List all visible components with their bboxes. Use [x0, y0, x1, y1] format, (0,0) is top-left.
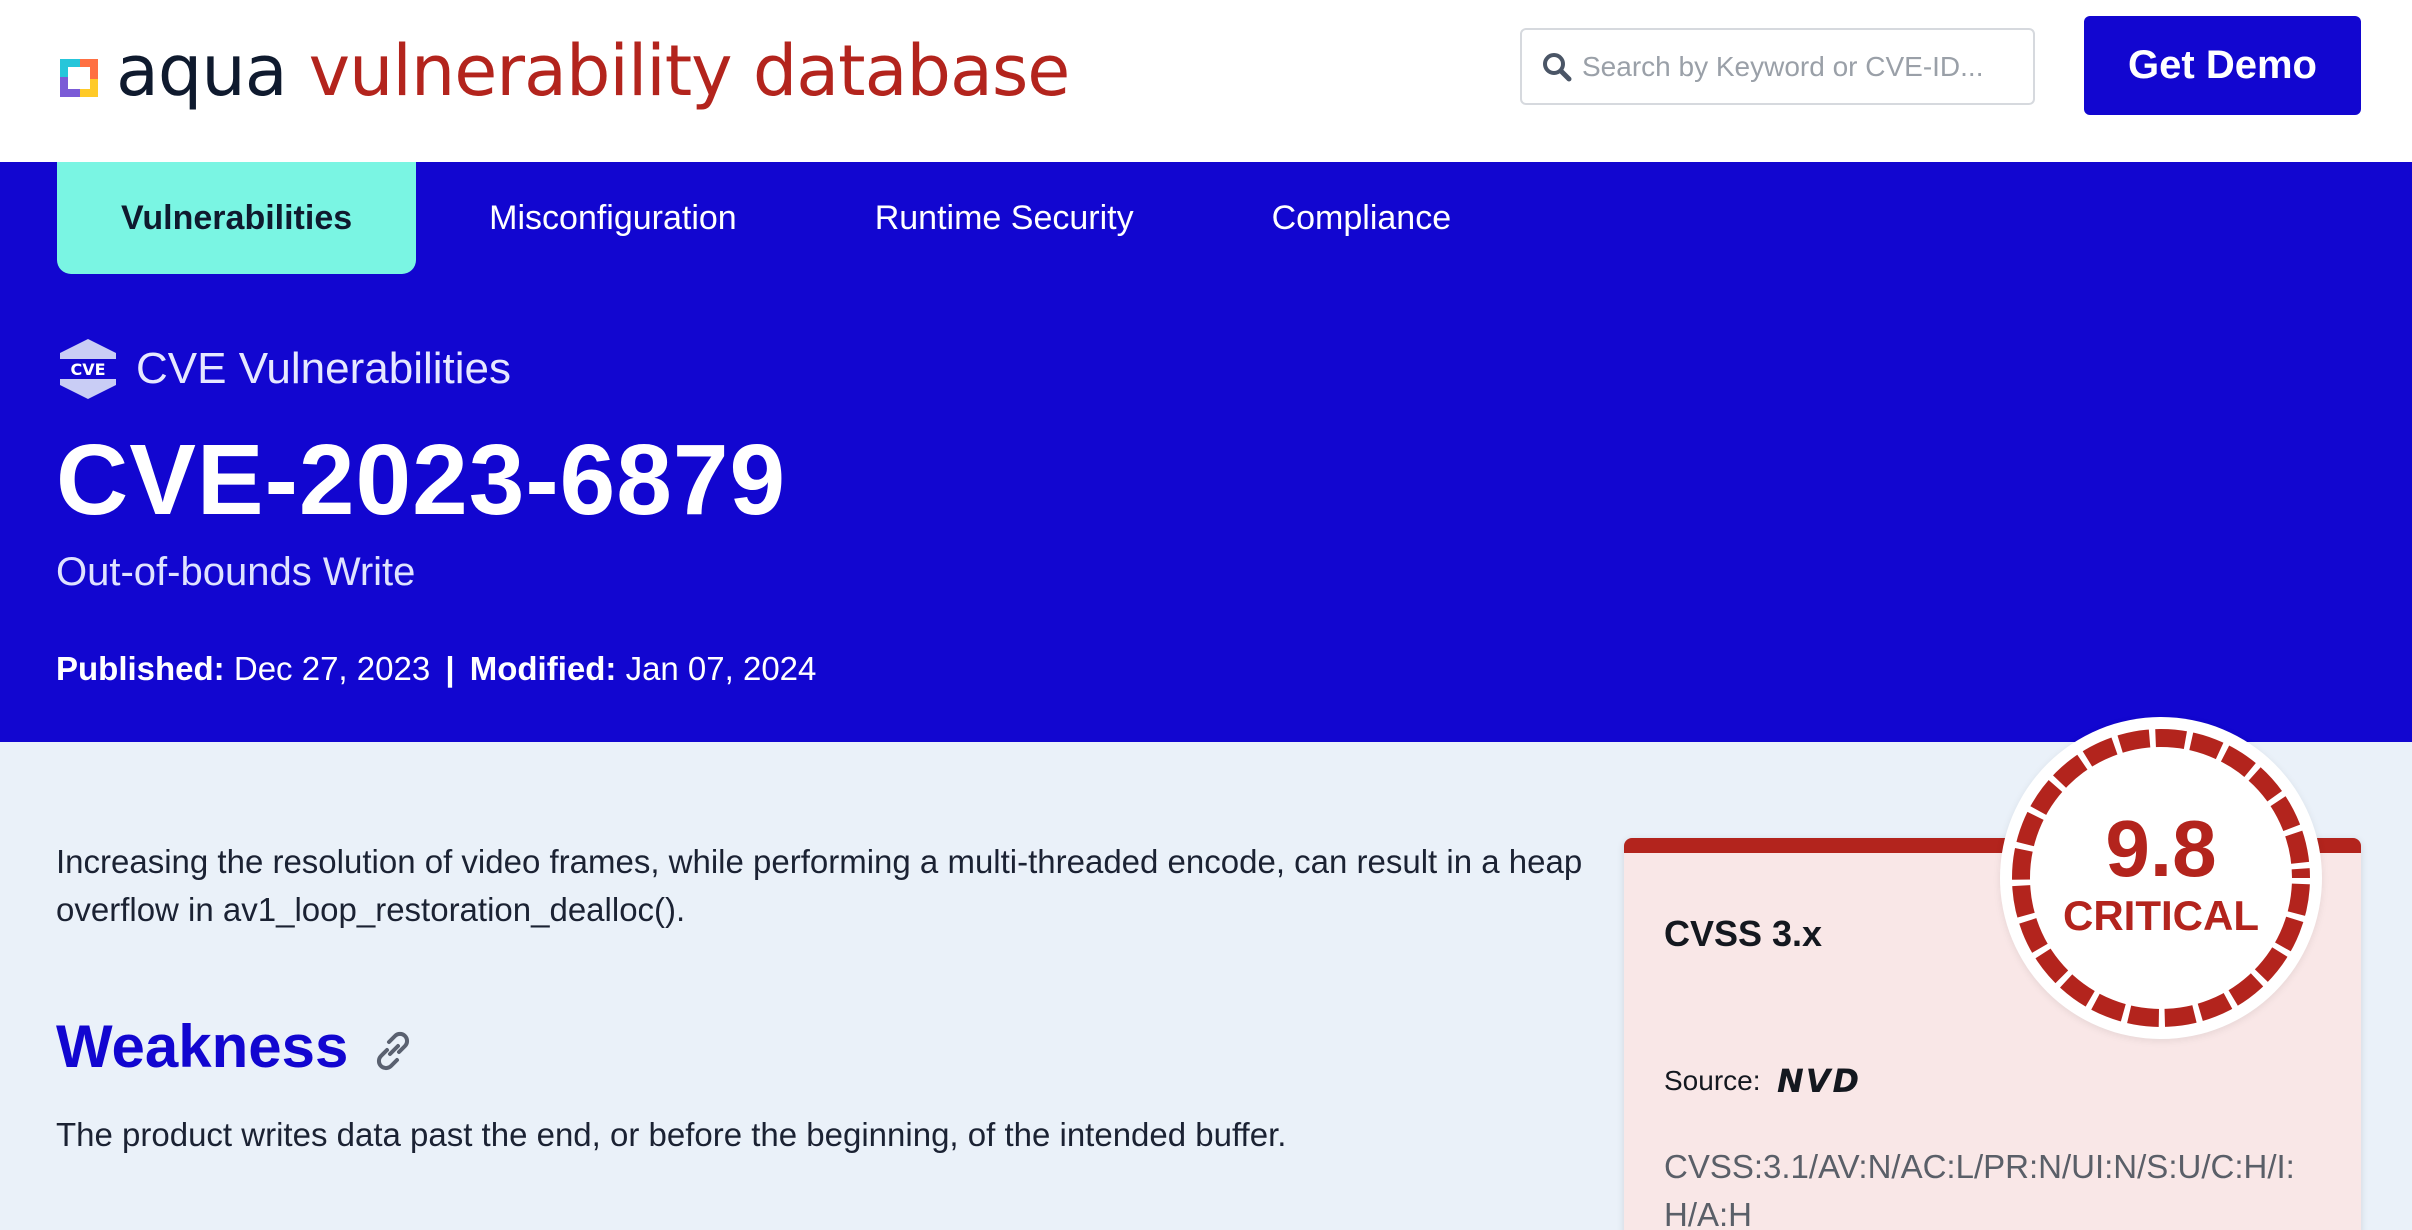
get-demo-button[interactable]: Get Demo [2084, 16, 2361, 115]
weakness-heading-text: Weakness [56, 1013, 349, 1080]
tab-compliance[interactable]: Compliance [1272, 162, 1452, 274]
cve-id-title: CVE-2023-6879 [56, 424, 787, 536]
cve-description: Increasing the resolution of video frame… [56, 843, 1583, 928]
search-input[interactable] [1582, 50, 2033, 83]
cvss-vector-string: CVSS:3.1/AV:N/AC:L/PR:N/UI:N/S:U/C:H/I:H… [1664, 1148, 2295, 1230]
site-header: aqua vulnerability database Get Demo [0, 0, 2412, 162]
severity-score-badge: 9.8 CRITICAL [2000, 717, 2322, 1039]
modified-date: Jan 07, 2024 [625, 650, 817, 687]
cve-logo-icon: CVE [60, 339, 116, 399]
cvss-version-title: CVSS 3.x [1664, 913, 1823, 954]
cve-type-subtitle: Out-of-bounds Write [56, 550, 416, 594]
breadcrumb-label[interactable]: CVE Vulnerabilities [136, 344, 511, 394]
category-tabs: Vulnerabilities Misconfiguration Runtime… [57, 162, 1589, 274]
nvd-logo-text: NVD [1777, 1065, 1861, 1097]
search-icon [1543, 52, 1572, 81]
logo-wordmark-aqua: aqua [116, 30, 288, 112]
logo-wordmark-database: vulnerability database [308, 30, 1071, 112]
date-separator: | [445, 650, 455, 687]
dates-line: Published: Dec 27, 2023 | Modified: Jan … [56, 650, 816, 688]
aqua-logo-icon [60, 59, 98, 97]
link-icon[interactable] [370, 1028, 416, 1074]
weakness-description: The product writes data past the end, or… [56, 1116, 1287, 1153]
published-date: Dec 27, 2023 [233, 650, 431, 687]
modified-label: Modified: [469, 650, 617, 687]
published-label: Published: [56, 650, 225, 687]
svg-text:CVE: CVE [70, 360, 105, 379]
weakness-heading: Weakness [56, 1012, 416, 1081]
severity-label: CRITICAL [2063, 892, 2259, 939]
hero-banner: Vulnerabilities Misconfiguration Runtime… [0, 162, 2412, 742]
aqua-logo[interactable]: aqua vulnerability database [56, 26, 1071, 126]
search-box[interactable] [1520, 28, 2035, 105]
source-label: Source: [1664, 1065, 1761, 1096]
tab-vulnerabilities[interactable]: Vulnerabilities [57, 162, 417, 274]
breadcrumb: CVE CVE Vulnerabilities [56, 337, 511, 401]
cvss-score: 9.8 [2105, 804, 2217, 893]
nvd-logo[interactable]: NVD [1777, 1065, 1891, 1097]
tab-runtime-security[interactable]: Runtime Security [875, 162, 1134, 274]
tab-misconfiguration[interactable]: Misconfiguration [489, 162, 737, 274]
cvss-source: Source: NVD [1664, 1065, 1891, 1097]
